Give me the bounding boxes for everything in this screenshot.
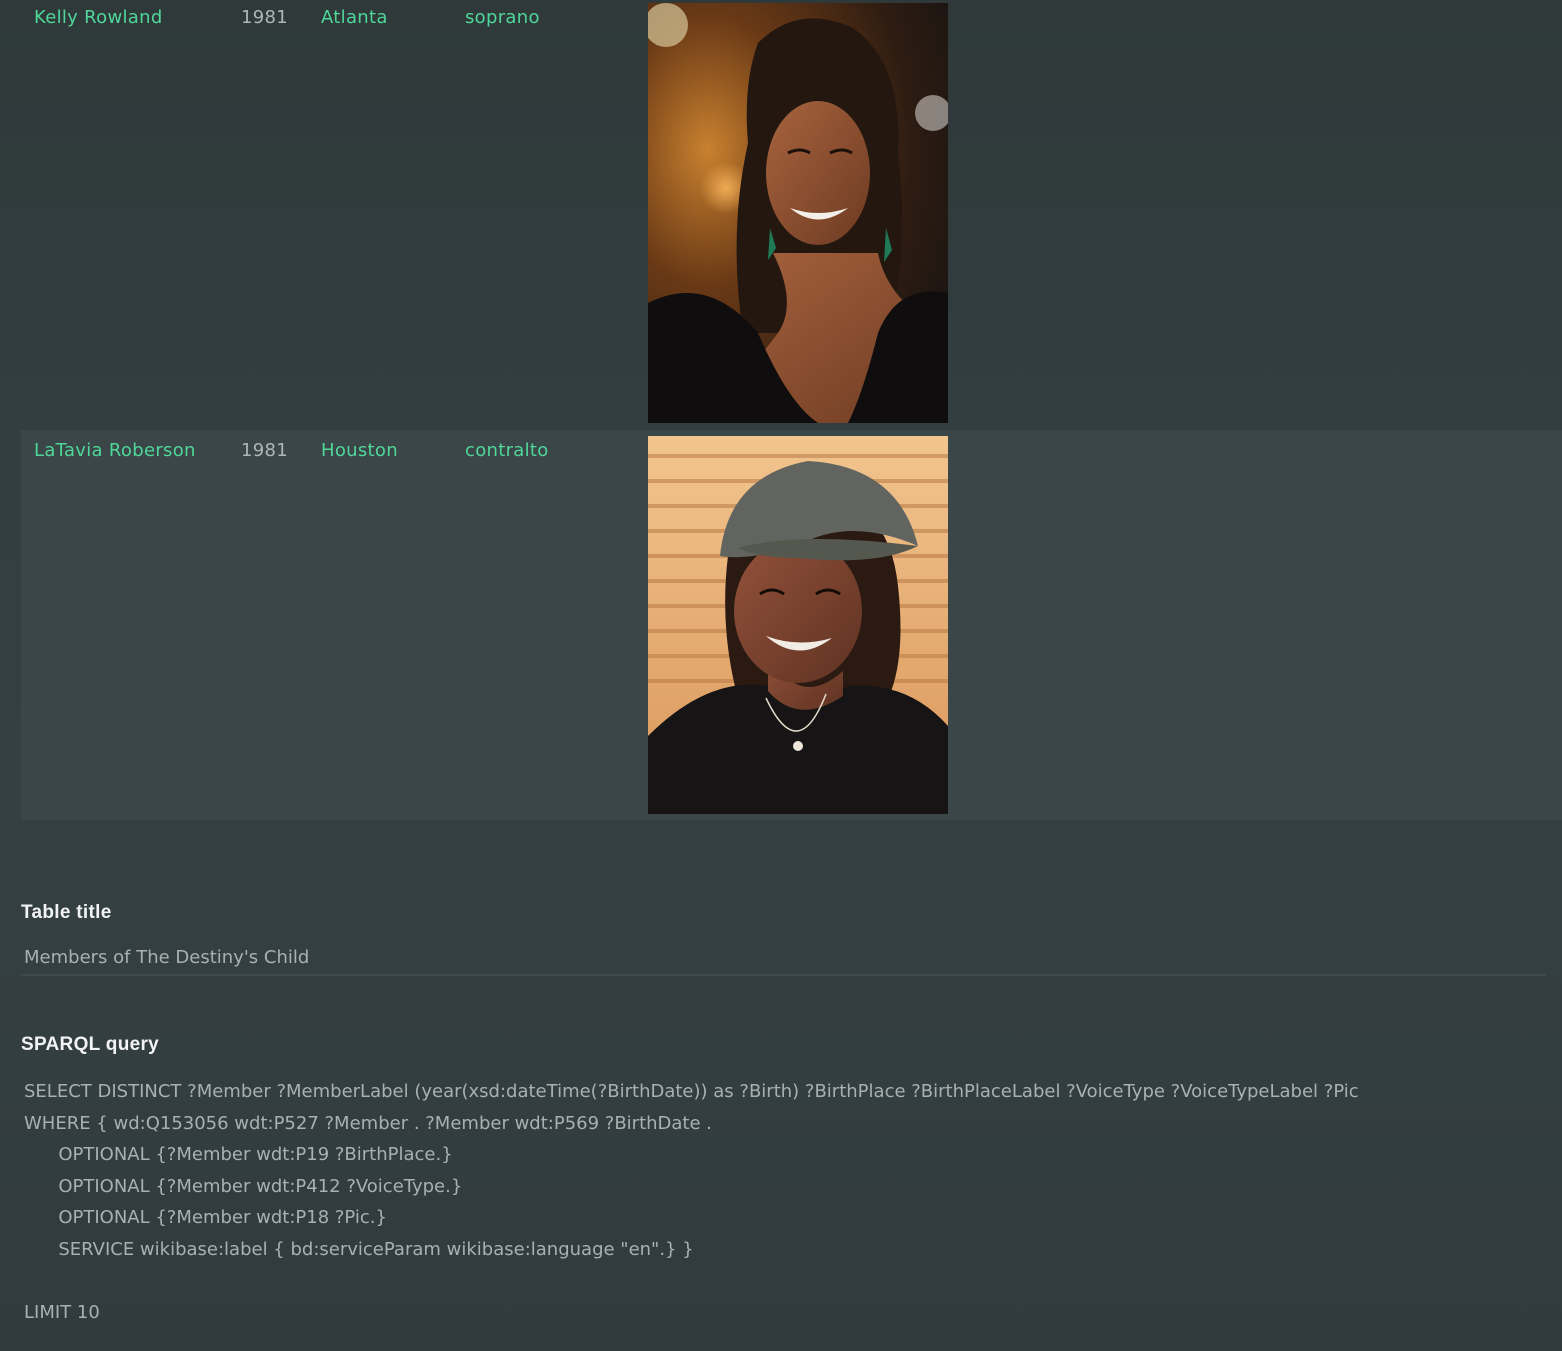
- page: Kelly Rowland 1981 Atlanta soprano LaTav…: [0, 0, 1562, 1351]
- results-table: Kelly Rowland 1981 Atlanta soprano LaTav…: [21, 0, 1562, 820]
- table-title-label: Table title: [21, 902, 112, 923]
- birth-place-link[interactable]: Houston: [321, 440, 398, 461]
- table-row: LaTavia Roberson 1981 Houston contralto: [21, 430, 1562, 820]
- voice-type-link[interactable]: soprano: [465, 7, 540, 28]
- birth-place-link[interactable]: Atlanta: [321, 7, 388, 28]
- birth-year: 1981: [241, 440, 289, 461]
- sparql-query-textarea[interactable]: SELECT DISTINCT ?Member ?MemberLabel (ye…: [24, 1076, 1544, 1336]
- voice-type-link[interactable]: contralto: [465, 440, 549, 461]
- portrait-photo-kelly: [648, 3, 948, 423]
- sparql-query-label: SPARQL query: [21, 1034, 160, 1055]
- member-name-link[interactable]: Kelly Rowland: [34, 7, 163, 28]
- member-photo[interactable]: [648, 436, 948, 814]
- member-name-link[interactable]: LaTavia Roberson: [34, 440, 196, 461]
- table-row: Kelly Rowland 1981 Atlanta soprano: [21, 0, 1562, 430]
- member-photo[interactable]: [648, 3, 948, 423]
- table-title-input[interactable]: [21, 940, 1546, 976]
- portrait-photo-latavia: [648, 436, 948, 814]
- birth-year: 1981: [241, 7, 289, 28]
